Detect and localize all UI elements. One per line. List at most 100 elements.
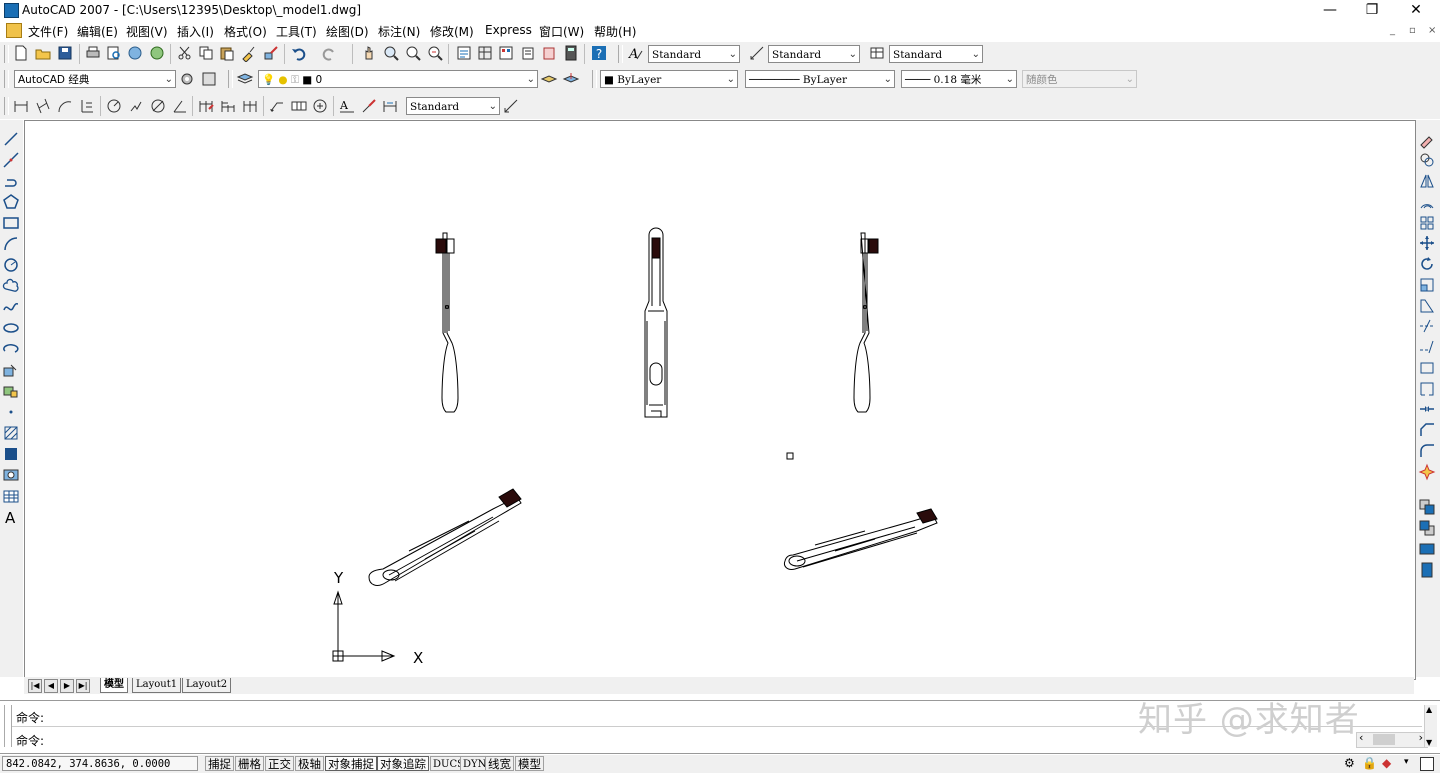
tab-layout1[interactable]: Layout1 (132, 678, 182, 693)
sheet-set-manager-icon[interactable] (519, 44, 537, 62)
dim-linear-icon[interactable] (12, 97, 30, 115)
command-vertical-scrollbar[interactable]: ▲ ▼ (1424, 705, 1437, 747)
dim-style-icon[interactable] (748, 44, 766, 62)
publish-icon[interactable] (126, 44, 144, 62)
lock-icon[interactable]: 🔒 (1362, 756, 1377, 770)
toolbar-grip[interactable] (4, 70, 9, 88)
tray-settings-icon[interactable]: ◆ (1382, 756, 1391, 770)
revision-cloud-icon[interactable] (2, 277, 20, 295)
dimension-style-icon[interactable] (502, 97, 520, 115)
region-icon[interactable] (2, 466, 20, 484)
menu-file[interactable]: 文件(F) (28, 23, 68, 40)
chevron-down-icon[interactable]: ▼ (1426, 738, 1432, 747)
save-icon[interactable] (56, 44, 74, 62)
ortho-toggle[interactable]: 正交 (265, 756, 294, 771)
plot-preview-icon[interactable] (105, 44, 123, 62)
array-icon[interactable] (1418, 214, 1436, 232)
my-workspace-icon[interactable] (200, 70, 218, 88)
polar-toggle[interactable]: 极轴 (295, 756, 324, 771)
toolbar-grip[interactable] (618, 45, 623, 63)
multiline-text-icon[interactable]: A (2, 508, 20, 526)
color-select[interactable]: ■ ByLayer ⌄ (600, 70, 738, 88)
polygon-icon[interactable] (2, 193, 20, 211)
redo-icon[interactable] (320, 44, 338, 62)
toolbar-grip[interactable] (228, 70, 233, 88)
otrack-toggle[interactable]: 对象追踪 (377, 756, 429, 771)
menu-edit[interactable]: 编辑(E) (77, 23, 118, 40)
offset-icon[interactable] (1418, 193, 1436, 211)
restore-button[interactable]: ❐ (1352, 0, 1392, 20)
snap-toggle[interactable]: 捕捉 (205, 756, 234, 771)
stretch-icon[interactable] (1418, 297, 1436, 315)
copy-icon[interactable] (197, 44, 215, 62)
dim-ordinate-icon[interactable] (78, 97, 96, 115)
quick-leader-icon[interactable] (268, 97, 286, 115)
grid-toggle[interactable]: 栅格 (235, 756, 264, 771)
menu-draw[interactable]: 绘图(D) (326, 23, 369, 40)
dim-radius-icon[interactable] (105, 97, 123, 115)
point-icon[interactable] (2, 403, 20, 421)
menu-help[interactable]: 帮助(H) (594, 23, 636, 40)
tolerance-icon[interactable] (290, 97, 308, 115)
undo-icon[interactable] (290, 44, 308, 62)
command-prompt[interactable]: 命令: (16, 732, 44, 749)
communication-center-icon[interactable]: ⚙ (1344, 756, 1355, 770)
workspace-settings-icon[interactable] (178, 70, 196, 88)
scroll-thumb[interactable] (1373, 734, 1395, 745)
plot-icon[interactable] (84, 44, 102, 62)
dim-diameter-icon[interactable] (149, 97, 167, 115)
next-tab-icon[interactable]: ▶ (60, 679, 74, 693)
copy-object-icon[interactable] (1418, 151, 1436, 169)
chamfer-icon[interactable] (1418, 421, 1436, 439)
explode-icon[interactable] (1418, 463, 1436, 481)
spline-icon[interactable] (2, 298, 20, 316)
tab-model[interactable]: 模型 (100, 678, 128, 693)
mirror-icon[interactable] (1418, 172, 1436, 190)
join-icon[interactable] (1418, 400, 1436, 418)
dim-text-edit-icon[interactable] (360, 97, 378, 115)
zoom-window-icon[interactable] (404, 44, 422, 62)
coordinate-display[interactable]: 842.0842, 374.8636, 0.0000 (2, 756, 198, 771)
text-style-select[interactable]: Standard ⌄ (648, 45, 740, 63)
layer-manager-icon[interactable] (236, 70, 254, 88)
menu-dimension[interactable]: 标注(N) (378, 23, 420, 40)
cut-icon[interactable] (176, 44, 194, 62)
document-icon[interactable] (6, 23, 22, 38)
draw-order-back-icon[interactable] (1418, 519, 1436, 537)
minimize-button[interactable]: — (1310, 0, 1350, 20)
open-icon[interactable] (34, 44, 52, 62)
lineweight-toggle[interactable]: 线宽 (485, 756, 514, 771)
drawing-area[interactable]: Y X (25, 121, 1415, 679)
make-block-icon[interactable] (2, 382, 20, 400)
tab-layout2[interactable]: Layout2 (182, 678, 232, 693)
circle-icon[interactable] (2, 256, 20, 274)
dim-jogged-icon[interactable] (127, 97, 145, 115)
dim-update-icon[interactable] (381, 97, 399, 115)
dim-aligned-icon[interactable] (34, 97, 52, 115)
dim-arc-icon[interactable] (56, 97, 74, 115)
draw-order-under-icon[interactable] (1418, 561, 1436, 579)
rectangle-icon[interactable] (2, 214, 20, 232)
layer-select[interactable]: 💡 ● ⚿ ■ 0 ⌄ (258, 70, 538, 88)
draw-order-front-icon[interactable] (1418, 498, 1436, 516)
menu-format[interactable]: 格式(O) (224, 23, 267, 40)
osnap-toggle[interactable]: 对象捕捉 (325, 756, 377, 771)
menu-insert[interactable]: 插入(I) (177, 23, 214, 40)
text-style-icon[interactable]: A (626, 44, 644, 62)
insert-block-icon[interactable] (2, 361, 20, 379)
break-at-point-icon[interactable] (1418, 359, 1436, 377)
properties-icon[interactable] (455, 44, 473, 62)
quick-dim-icon[interactable] (197, 97, 215, 115)
dim-angular-icon[interactable] (171, 97, 189, 115)
ellipse-arc-icon[interactable] (2, 340, 20, 358)
doc-restore-button[interactable]: ▫ (1409, 25, 1416, 36)
rotate-icon[interactable] (1418, 255, 1436, 273)
linetype-select[interactable]: ──────── ByLayer ⌄ (745, 70, 895, 88)
fillet-icon[interactable] (1418, 442, 1436, 460)
make-object-layer-current-icon[interactable] (540, 70, 558, 88)
toolbar-grip[interactable] (4, 97, 9, 115)
gradient-icon[interactable] (2, 445, 20, 463)
command-scrollbar[interactable]: ‹ › (1356, 731, 1428, 748)
prev-tab-icon[interactable]: ◀ (44, 679, 58, 693)
extend-icon[interactable] (1418, 338, 1436, 356)
